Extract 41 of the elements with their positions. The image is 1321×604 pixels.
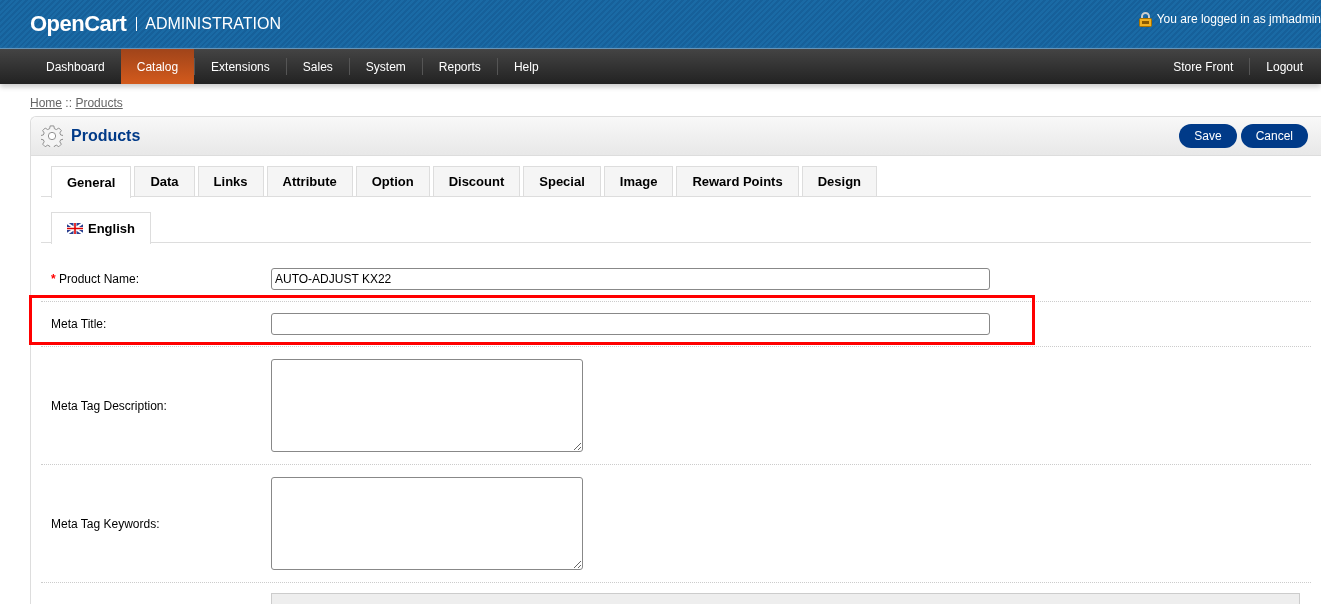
tab[interactable]: Reward Points bbox=[676, 166, 799, 196]
textarea-field[interactable] bbox=[271, 359, 583, 452]
language-tab[interactable]: English bbox=[51, 212, 151, 244]
breadcrumb-link[interactable]: Products bbox=[75, 96, 123, 110]
logo: OpenCart bbox=[30, 11, 127, 37]
tab[interactable]: Image bbox=[603, 166, 674, 196]
menu-item[interactable]: Catalog bbox=[120, 49, 195, 84]
breadcrumb-separator: :: bbox=[65, 96, 73, 110]
required-mark: * bbox=[51, 272, 56, 286]
menu-item[interactable]: Logout bbox=[1250, 49, 1319, 84]
menu-item[interactable]: Sales bbox=[286, 49, 349, 84]
page-title: Products bbox=[71, 127, 141, 145]
tab[interactable]: General bbox=[51, 166, 132, 198]
text-field[interactable] bbox=[271, 313, 990, 335]
menu-item[interactable]: Dashboard bbox=[30, 49, 121, 84]
tab[interactable]: Discount bbox=[432, 166, 521, 196]
breadcrumb-link[interactable]: Home bbox=[30, 96, 62, 110]
flag-icon bbox=[67, 223, 83, 234]
menu-item[interactable]: Help bbox=[497, 49, 555, 84]
tab[interactable]: Links bbox=[197, 166, 264, 196]
menu-item[interactable]: Store Front bbox=[1157, 49, 1250, 84]
tab[interactable]: Special bbox=[523, 166, 601, 196]
login-status: You are logged in as jmhadmin bbox=[1156, 12, 1321, 26]
tab[interactable]: Attribute bbox=[266, 166, 353, 196]
padlock-icon bbox=[1138, 11, 1152, 27]
text-field[interactable]: AUTO-ADJUST KX22 bbox=[271, 268, 990, 290]
save-button[interactable]: Save bbox=[1179, 124, 1237, 148]
menu-item[interactable]: System bbox=[349, 49, 422, 84]
field-label: Product Name: bbox=[59, 272, 140, 286]
field-label: Meta Tag Keywords: bbox=[51, 516, 160, 531]
tab[interactable]: Data bbox=[134, 166, 195, 196]
field-label: Meta Title: bbox=[51, 317, 107, 331]
field-label: Meta Tag Description: bbox=[51, 398, 167, 413]
textarea-field[interactable] bbox=[271, 477, 583, 570]
menu-item[interactable]: Extensions bbox=[195, 49, 286, 84]
admin-title: ADMINISTRATION bbox=[145, 15, 281, 33]
menu-item[interactable]: Reports bbox=[422, 49, 497, 84]
tab[interactable]: Option bbox=[355, 166, 430, 196]
tab[interactable]: Design bbox=[801, 166, 877, 196]
gear-icon bbox=[41, 125, 63, 147]
cancel-button[interactable]: Cancel bbox=[1240, 124, 1308, 148]
